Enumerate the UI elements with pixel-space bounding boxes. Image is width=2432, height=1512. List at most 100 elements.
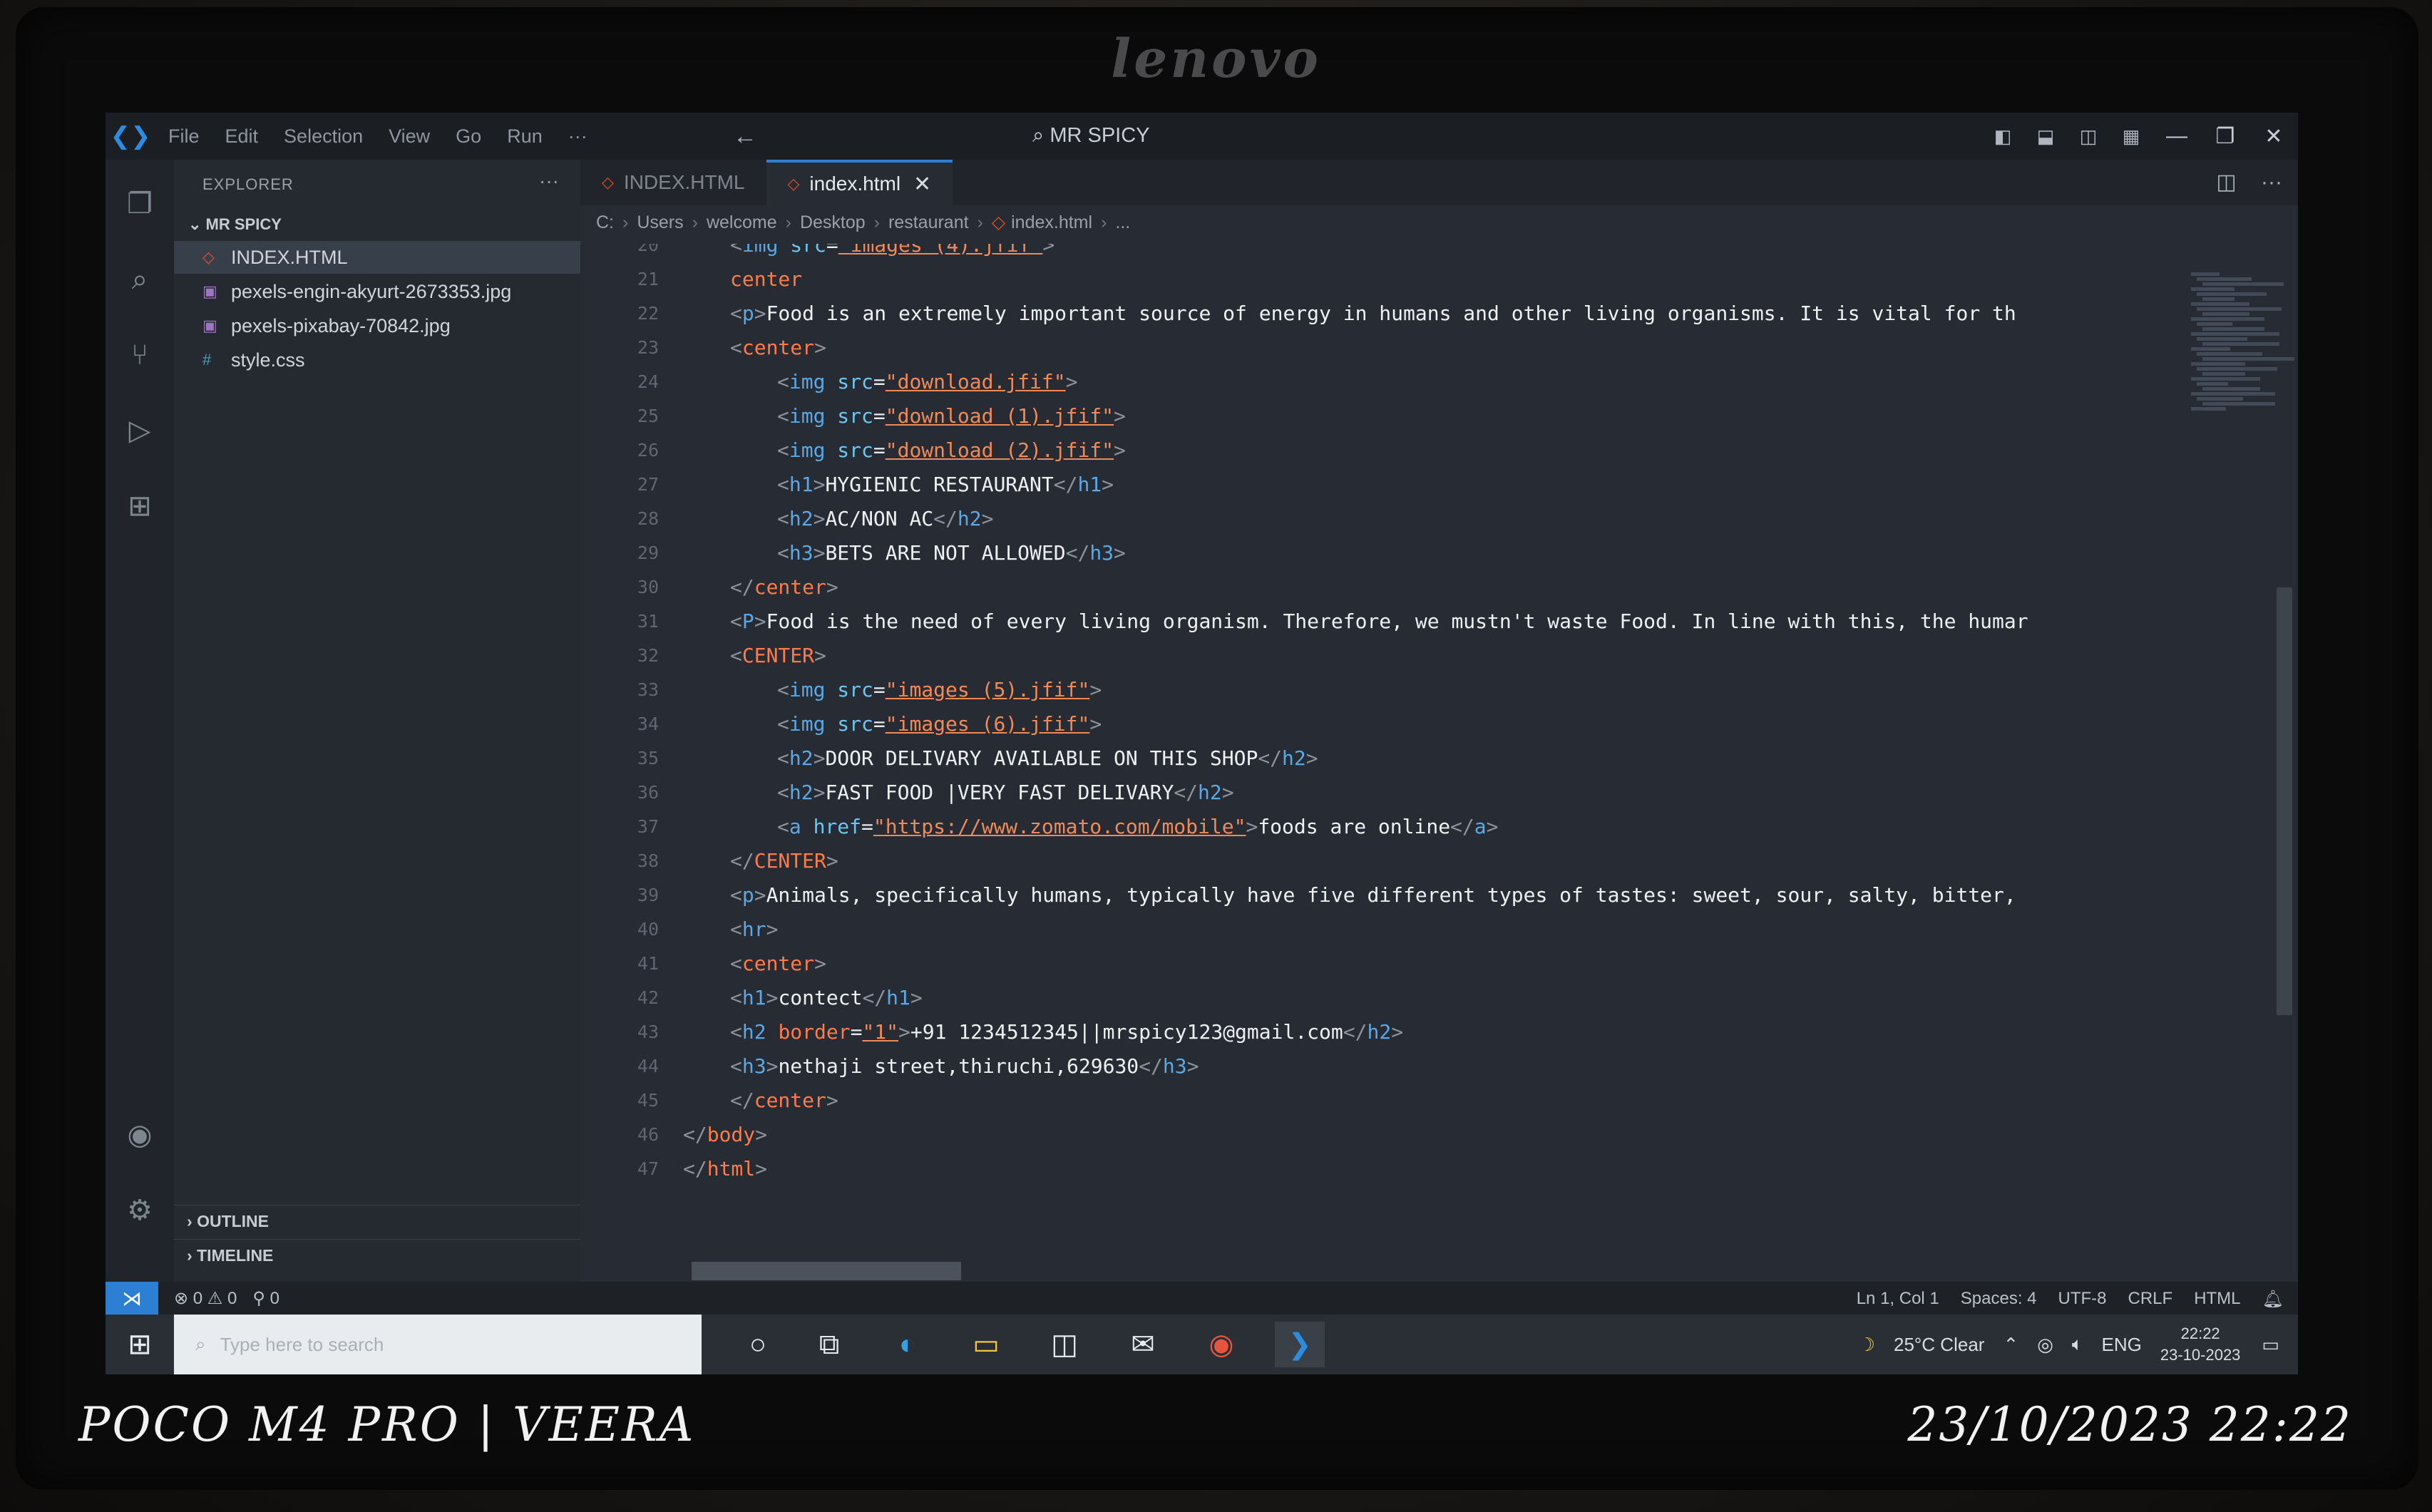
task-view-icon[interactable]: ⧉ (804, 1322, 854, 1367)
breadcrumb-item[interactable]: C: (596, 212, 614, 233)
extensions-icon[interactable]: ⊞ (120, 486, 160, 526)
gear-icon[interactable]: ⚙ (120, 1190, 160, 1230)
end-of-line[interactable]: CRLF (2128, 1289, 2173, 1310)
file-item[interactable]: # style.css (174, 344, 580, 376)
code-line[interactable]: 39 <p>Animals, specifically humans, typic… (580, 880, 2177, 910)
chrome-icon[interactable]: ◉ (1196, 1322, 1246, 1367)
breadcrumb-item[interactable]: welcome (707, 212, 777, 233)
code-line[interactable]: 21 center (580, 264, 2177, 294)
code-line[interactable]: 20 <img src="images (4).jfif"> (580, 244, 2177, 259)
notification-center-icon[interactable]: ▭ (2262, 1334, 2279, 1356)
breadcrumb-item[interactable]: ... (1115, 212, 1130, 233)
code-line[interactable]: 32 <CENTER> (580, 640, 2177, 670)
vscode-taskbar-icon[interactable]: ❯ (1275, 1322, 1325, 1367)
code-line[interactable]: 43 <h2 border="1">+91 1234512345||mrspicy… (580, 1017, 2177, 1046)
file-explorer-icon[interactable]: ▭ (961, 1322, 1011, 1367)
chevron-up-icon[interactable]: ⌃ (2003, 1334, 2018, 1356)
menu-selection[interactable]: Selection (271, 125, 376, 148)
more-actions-icon[interactable]: ··· (539, 170, 559, 192)
code-line[interactable]: 40 <hr> (580, 914, 2177, 944)
run-debug-icon[interactable]: ▷ (120, 411, 160, 451)
code-line[interactable]: 41 <center> (580, 948, 2177, 978)
command-center-search[interactable]: ⌕ MR SPICY (1032, 124, 1150, 148)
code-line[interactable]: 46 </body> (580, 1119, 2177, 1149)
code-line[interactable]: 45 </center> (580, 1085, 2177, 1115)
code-line[interactable]: 34 <img src="images (6).jfif"> (580, 709, 2177, 739)
file-item[interactable]: ◇ INDEX.HTML (174, 241, 580, 274)
search-icon[interactable]: ⌕ (120, 259, 160, 299)
code-line[interactable]: 36 <h2>FAST FOOD |VERY FAST DELIVARY</h2> (580, 777, 2177, 807)
toggle-secondary-sidebar-icon[interactable]: ◫ (2067, 125, 2110, 148)
account-icon[interactable]: ◉ (120, 1115, 160, 1155)
code-line[interactable]: 23 <center> (580, 332, 2177, 362)
code-line[interactable]: 29 <h3>BETS ARE NOT ALLOWED</h3> (580, 538, 2177, 567)
back-arrow-icon[interactable]: ← (733, 123, 757, 150)
code-line[interactable]: 33 <img src="images (5).jfif"> (580, 674, 2177, 704)
breadcrumb-item[interactable]: restaurant (888, 212, 969, 233)
code-line[interactable]: 38 </CENTER> (580, 845, 2177, 875)
network-icon[interactable]: ◎ (2037, 1334, 2053, 1356)
minimize-icon[interactable]: — (2153, 124, 2201, 148)
problems-indicator[interactable]: ⊗ 0 ⚠ 0 (174, 1288, 237, 1309)
toggle-panel-icon[interactable]: ⬓ (2024, 125, 2067, 148)
code-line[interactable]: 31 <P>Food is the need of every living or… (580, 606, 2177, 636)
restore-icon[interactable]: ❐ (2201, 124, 2249, 149)
code-line[interactable]: 24 <img src="download.jfif"> (580, 366, 2177, 396)
remote-indicator-icon[interactable]: ⋊ (106, 1282, 158, 1315)
taskbar-search-input[interactable] (220, 1333, 677, 1356)
indentation[interactable]: Spaces: 4 (1961, 1289, 2037, 1310)
folder-root[interactable]: ⌄ MR SPICY (188, 215, 282, 234)
menu-view[interactable]: View (376, 125, 443, 148)
menu-file[interactable]: File (155, 125, 212, 148)
timeline-panel[interactable]: › TIMELINE (174, 1239, 580, 1272)
cortana-icon[interactable]: ○ (733, 1322, 783, 1367)
menu-edit[interactable]: Edit (212, 125, 272, 148)
code-line[interactable]: 30 </center> (580, 572, 2177, 602)
file-item[interactable]: ▣ pexels-pixabay-70842.jpg (174, 309, 580, 342)
customize-layout-icon[interactable]: ▦ (2110, 125, 2153, 148)
notifications-bell-icon[interactable]: 🔔︎ (2262, 1289, 2284, 1310)
tab-index-html-upper[interactable]: ◇ INDEX.HTML (580, 160, 766, 205)
source-control-icon[interactable]: ⑂ (120, 335, 160, 375)
explorer-icon[interactable]: ❐ (120, 184, 160, 224)
horizontal-scrollbar[interactable] (692, 1262, 961, 1280)
code-line[interactable]: 22 <p>Food is an extremely important sour… (580, 298, 2177, 328)
taskbar-clock[interactable]: 22:22 23-10-2023 (2160, 1323, 2241, 1366)
vertical-scrollbar[interactable] (2277, 587, 2292, 1015)
code-line[interactable]: 37 <a href="https://www.zomato.com/mobile… (580, 811, 2177, 841)
outline-panel[interactable]: › OUTLINE (174, 1205, 580, 1238)
breadcrumb-item[interactable]: Users (637, 212, 683, 233)
code-line[interactable]: 42 <h1>contect</h1> (580, 982, 2177, 1012)
ports-indicator[interactable]: ⚲ 0 (252, 1288, 279, 1309)
windows-start-icon[interactable]: ⊞ (106, 1315, 174, 1374)
edge-icon[interactable]: ◐ (883, 1322, 933, 1367)
code-line[interactable]: 47 </html> (580, 1153, 2177, 1183)
mail-icon[interactable]: ✉ (1118, 1322, 1168, 1367)
cursor-position[interactable]: Ln 1, Col 1 (1857, 1289, 1939, 1310)
close-window-icon[interactable]: ✕ (2249, 124, 2298, 149)
store-icon[interactable]: ◫ (1040, 1322, 1089, 1367)
toggle-sidebar-icon[interactable]: ◧ (1981, 125, 2024, 148)
volume-icon[interactable]: 🔈︎ (2072, 1333, 2083, 1356)
code-line[interactable]: 25 <img src="download (1).jfif"> (580, 401, 2177, 431)
close-tab-icon[interactable]: ✕ (913, 172, 931, 197)
more-actions-icon[interactable]: ··· (2261, 170, 2282, 194)
menu-run[interactable]: Run (494, 125, 555, 148)
encoding[interactable]: UTF-8 (2058, 1289, 2107, 1310)
code-line[interactable]: 28 <h2>AC/NON AC</h2> (580, 503, 2177, 533)
file-item[interactable]: ▣ pexels-engin-akyurt-2673353.jpg (174, 275, 580, 308)
code-line[interactable]: 27 <h1>HYGIENIC RESTAURANT</h1> (580, 469, 2177, 499)
code-line[interactable]: 26 <img src="download (2).jfif"> (580, 435, 2177, 465)
language-indicator[interactable]: ENG (2102, 1334, 2142, 1356)
code-editor[interactable]: 20 <img src="images (4).jfif"> 21 center 22 <… (580, 244, 2177, 1249)
code-line[interactable]: 35 <h2>DOOR DELIVARY AVAILABLE ON THIS SH… (580, 743, 2177, 773)
tab-index-html[interactable]: ◇ index.html ✕ (766, 160, 953, 205)
weather-text[interactable]: 25°C Clear (1894, 1334, 1984, 1356)
taskbar-search[interactable]: ⌕ (174, 1315, 702, 1374)
menu-go[interactable]: Go (443, 125, 494, 148)
code-line[interactable]: 44 <h3>nethaji street,thiruchi,629630</h3… (580, 1051, 2177, 1081)
breadcrumb-item[interactable]: Desktop (800, 212, 866, 233)
menu-more[interactable]: ··· (555, 125, 600, 148)
split-editor-icon[interactable]: ◫ (2216, 170, 2236, 194)
language-mode[interactable]: HTML (2194, 1289, 2240, 1310)
